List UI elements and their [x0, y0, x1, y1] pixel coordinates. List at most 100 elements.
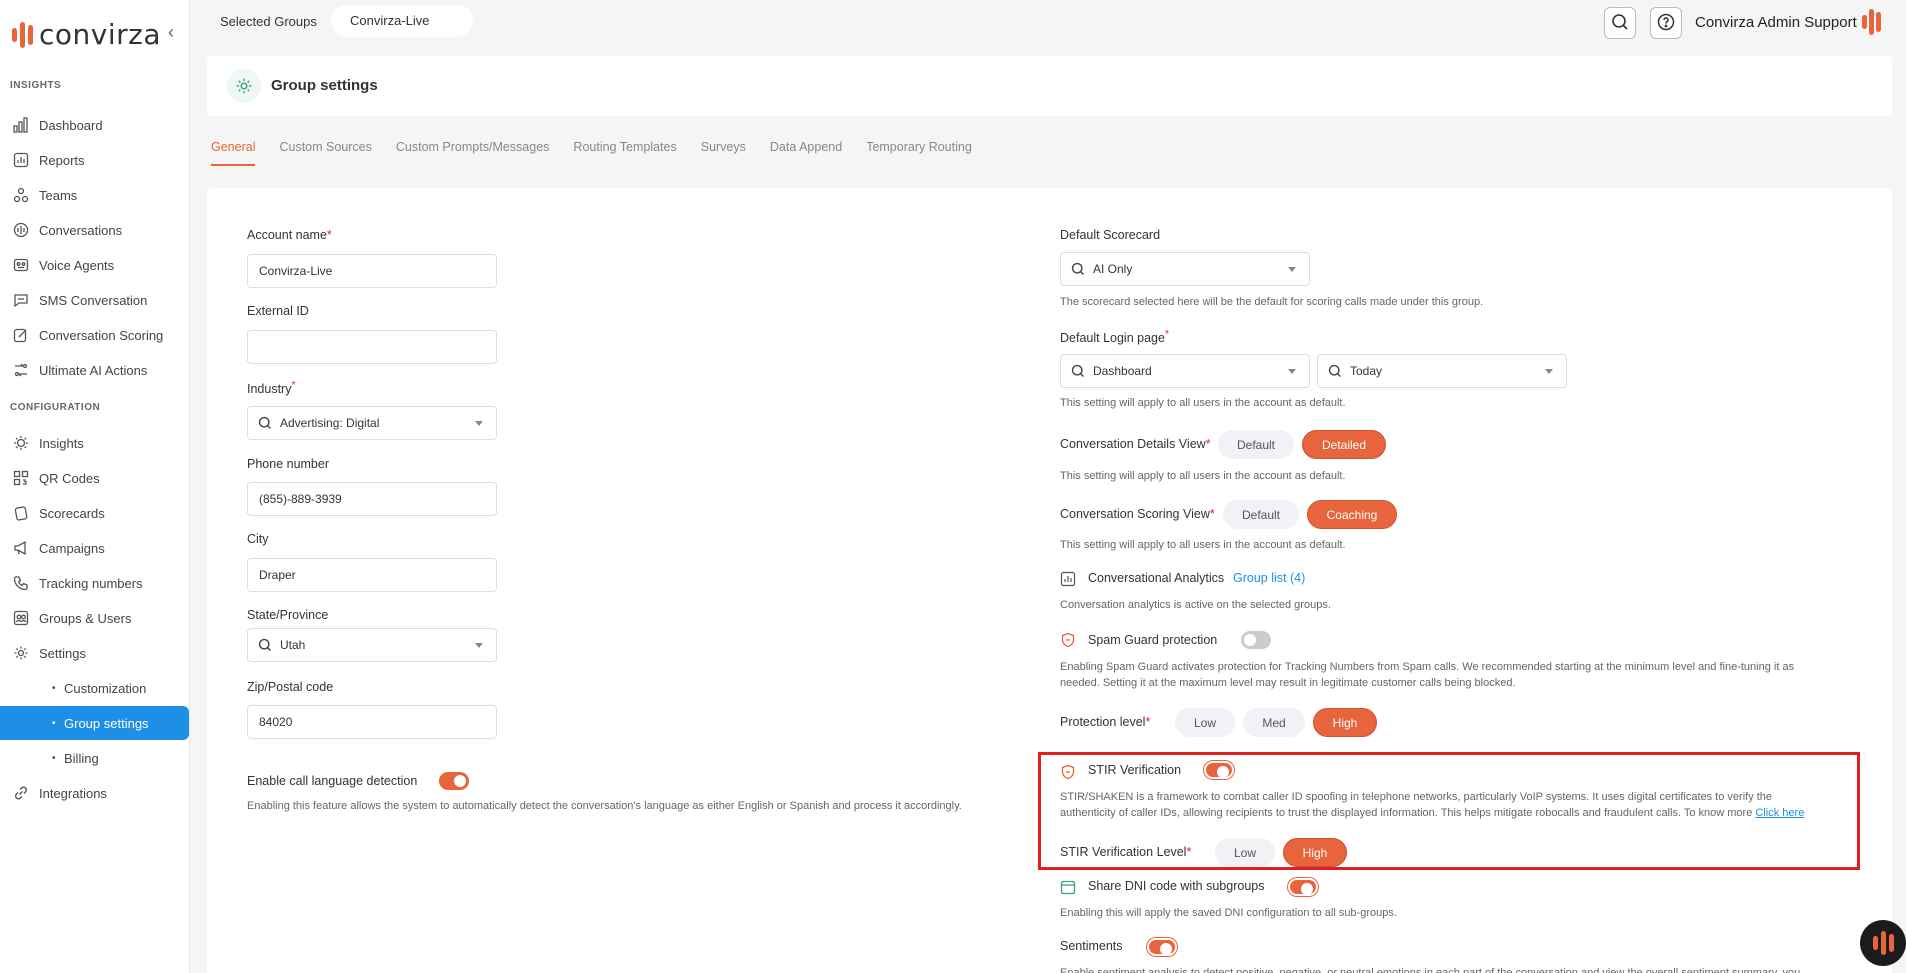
default-login-period-select[interactable]: Today: [1317, 354, 1567, 388]
group-list-link[interactable]: Group list (4): [1233, 571, 1305, 585]
sidebar-item-qr-codes[interactable]: QR Codes: [0, 461, 190, 495]
sidebar-item-settings[interactable]: Settings: [0, 636, 190, 670]
voice-agent-icon: [12, 257, 29, 274]
conversation-details-view-switch: Default Detailed: [1218, 430, 1386, 459]
selected-group-pill[interactable]: Convirza-Live: [331, 5, 473, 37]
qr-code-icon: [12, 470, 29, 487]
help-button[interactable]: [1650, 7, 1682, 39]
state-value: Utah: [280, 638, 306, 652]
account-name-input[interactable]: [247, 254, 497, 288]
sidebar-item-label: Billing: [64, 750, 99, 766]
default-login-page-select[interactable]: Dashboard: [1060, 354, 1310, 388]
spam-guard-toggle[interactable]: [1241, 631, 1271, 649]
sidebar-item-label: Campaigns: [39, 540, 105, 556]
industry-select[interactable]: Advertising: Digital: [247, 406, 497, 440]
tab-general[interactable]: General: [211, 140, 256, 166]
sidebar-item-group-settings[interactable]: Group settings: [0, 706, 189, 740]
call-language-detection-toggle[interactable]: [439, 772, 469, 790]
sidebar-item-ultimate-ai-actions[interactable]: Ultimate AI Actions: [0, 353, 190, 387]
sidebar-item-label: Teams: [39, 187, 78, 203]
conversation-scoring-view-help: This setting will apply to all users in …: [1060, 539, 1346, 551]
details-view-detailed-button[interactable]: Detailed: [1302, 430, 1386, 459]
protection-med-button[interactable]: Med: [1243, 708, 1305, 737]
sidebar-item-integrations[interactable]: Integrations: [0, 776, 190, 810]
tab-custom-prompts[interactable]: Custom Prompts/Messages: [396, 140, 550, 166]
tab-temporary-routing[interactable]: Temporary Routing: [866, 140, 972, 166]
logo-text: convirza: [39, 18, 161, 51]
sidebar-item-dashboard[interactable]: Dashboard: [0, 108, 190, 142]
sidebar-item-label: Scorecards: [39, 505, 105, 521]
industry-value: Advertising: Digital: [280, 416, 380, 430]
sidebar-item-campaigns[interactable]: Campaigns: [0, 531, 190, 565]
sidebar-item-teams[interactable]: Teams: [0, 178, 190, 212]
floating-assistant-button[interactable]: [1860, 920, 1906, 966]
sidebar-item-label: SMS Conversation: [39, 292, 148, 308]
sidebar-item-label: Settings: [39, 645, 86, 661]
help-circle-icon: [1657, 13, 1675, 34]
megaphone-icon: [12, 540, 29, 557]
tab-routing-templates[interactable]: Routing Templates: [573, 140, 676, 166]
state-select[interactable]: Utah: [247, 628, 497, 662]
search-icon: [258, 416, 272, 430]
page-header: Group settings: [207, 56, 1892, 116]
user-avatar-logo-icon[interactable]: [1862, 9, 1881, 35]
sidebar-item-sms-conversation[interactable]: SMS Conversation: [0, 283, 190, 317]
top-bar: Selected Groups Convirza-Live: [191, 0, 1906, 44]
zip-input[interactable]: [247, 705, 497, 739]
chevron-down-icon: [1288, 369, 1296, 374]
spam-guard-help-line1: Enabling Spam Guard activates protection…: [1060, 661, 1795, 673]
search-icon: [1611, 13, 1629, 34]
sidebar-item-label: Conversation Scoring: [39, 327, 164, 343]
details-view-default-button[interactable]: Default: [1218, 430, 1294, 459]
sidebar-item-conversation-scoring[interactable]: Conversation Scoring: [0, 318, 190, 352]
protection-high-button[interactable]: High: [1313, 708, 1377, 737]
sidebar-item-label: Groups & Users: [39, 610, 132, 626]
default-scorecard-select[interactable]: AI Only: [1060, 252, 1310, 286]
tab-surveys[interactable]: Surveys: [701, 140, 746, 166]
conversation-details-view-help: This setting will apply to all users in …: [1060, 470, 1346, 482]
default-scorecard-help: The scorecard selected here will be the …: [1060, 296, 1484, 308]
sidebar-item-reports[interactable]: Reports: [0, 143, 190, 177]
external-id-input[interactable]: [247, 330, 497, 364]
city-input[interactable]: [247, 558, 497, 592]
scoring-view-coaching-button[interactable]: Coaching: [1307, 500, 1397, 529]
default-scorecard-label: Default Scorecard: [1060, 228, 1161, 242]
chevron-down-icon: [1288, 267, 1296, 272]
sidebar-item-conversations[interactable]: Conversations: [0, 213, 190, 247]
convirza-logo[interactable]: convirza: [12, 18, 161, 51]
phone-number-input[interactable]: [247, 482, 497, 516]
report-icon: [12, 152, 29, 169]
tab-data-append[interactable]: Data Append: [770, 140, 842, 166]
lightbulb-icon: [12, 435, 29, 452]
sms-icon: [12, 292, 29, 309]
collapse-sidebar-chevron-left-icon[interactable]: ‹: [168, 22, 174, 43]
teams-icon: [12, 187, 29, 204]
chevron-down-icon: [475, 421, 483, 426]
sidebar-item-label: Reports: [39, 152, 85, 168]
sidebar-item-insights[interactable]: Insights: [0, 426, 190, 460]
sidebar-item-label: Conversations: [39, 222, 123, 238]
sidebar-item-voice-agents[interactable]: Voice Agents: [0, 248, 190, 282]
sidebar-item-scorecards[interactable]: Scorecards: [0, 496, 190, 530]
user-name[interactable]: Convirza Admin Support: [1695, 14, 1857, 31]
sidebar-item-customization[interactable]: Customization: [0, 671, 190, 705]
sidebar-item-label: Group settings: [64, 715, 149, 731]
conversation-scoring-view-switch: Default Coaching: [1223, 500, 1397, 529]
sidebar-item-tracking-numbers[interactable]: Tracking numbers: [0, 566, 190, 600]
sidebar-item-groups-users[interactable]: Groups & Users: [0, 601, 190, 635]
search-button[interactable]: [1604, 7, 1636, 39]
ai-actions-icon: [12, 362, 29, 379]
account-name-label: Account name*: [247, 228, 332, 242]
conversations-icon: [12, 222, 29, 239]
tab-custom-sources[interactable]: Custom Sources: [279, 140, 371, 166]
sidebar-item-billing[interactable]: Billing: [0, 741, 190, 775]
section-label-insights: INSIGHTS: [10, 80, 62, 91]
sentiments-toggle[interactable]: [1147, 938, 1177, 956]
call-language-detection-label: Enable call language detection: [247, 774, 418, 788]
scoring-view-default-button[interactable]: Default: [1223, 500, 1299, 529]
share-dni-toggle[interactable]: [1288, 878, 1318, 896]
search-icon: [1328, 364, 1342, 378]
gear-icon: [227, 69, 261, 103]
protection-low-button[interactable]: Low: [1175, 708, 1235, 737]
page-title: Group settings: [271, 77, 378, 94]
